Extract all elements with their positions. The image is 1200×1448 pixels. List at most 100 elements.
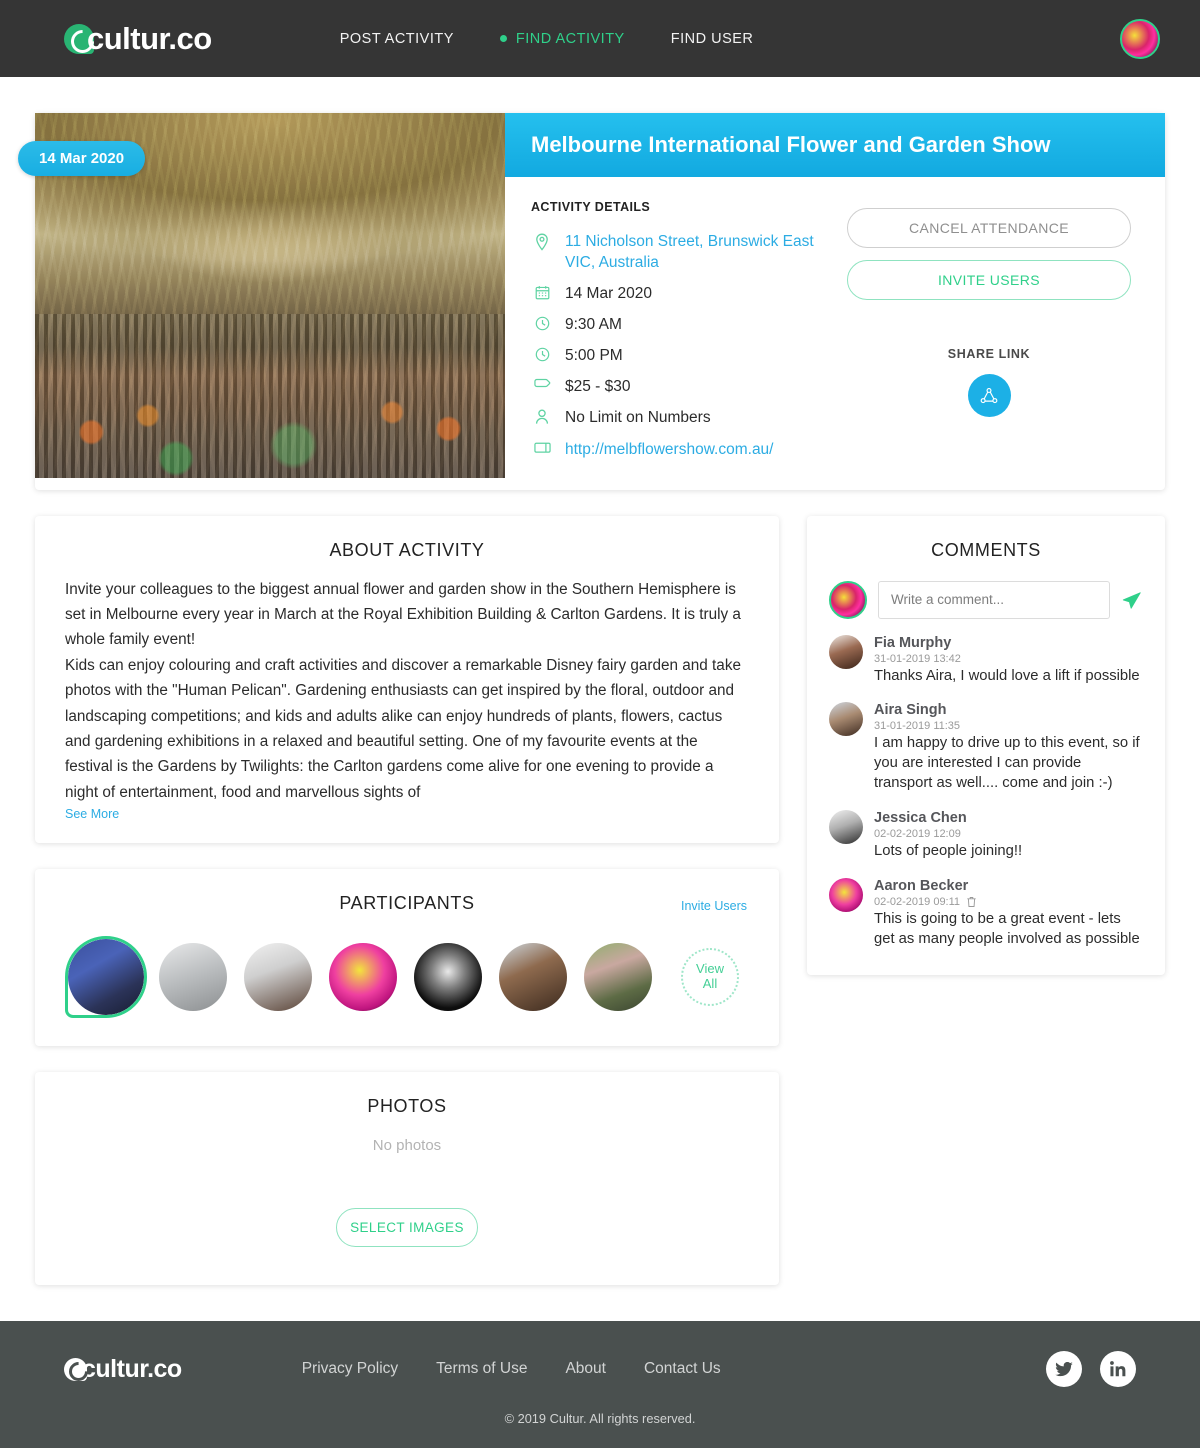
footer-link-about[interactable]: About (565, 1360, 606, 1378)
web-icon (531, 439, 553, 454)
comment-text: Thanks Aira, I would love a lift if poss… (874, 667, 1140, 684)
activity-actions-column: CANCEL ATTENDANCE INVITE USERS SHARE LIN… (839, 200, 1139, 470)
comment-author-avatar[interactable] (829, 809, 863, 844)
calendar-icon (531, 283, 553, 300)
delete-comment-icon[interactable] (966, 896, 977, 908)
participant-avatar-4[interactable] (329, 943, 397, 1012)
right-column: COMMENTS Fia Murphy 31-01 (807, 515, 1165, 976)
footer-links: Privacy Policy Terms of Use About Contac… (302, 1360, 721, 1378)
comment-author-name: Fia Murphy (874, 634, 952, 651)
main-content: ABOUT ACTIVITY Invite your colleagues to… (35, 515, 1165, 1286)
share-link-button[interactable] (967, 374, 1011, 417)
footer-copyright: © 2019 Cultur. All rights reserved. (504, 1411, 696, 1427)
nav-item-find-user[interactable]: FIND USER (671, 31, 754, 47)
comment-author-name: Aaron Becker (874, 877, 969, 894)
clock-icon (531, 314, 553, 331)
detail-row-date: 14 Mar 2020 (531, 283, 839, 304)
content-wrapper: 14 Mar 2020 Melbourne International Flow… (18, 113, 1165, 1286)
participant-avatar-2[interactable] (159, 943, 227, 1012)
comment-author-avatar[interactable] (829, 877, 863, 912)
detail-website-link[interactable]: http://melbflowershow.com.au/ (565, 439, 774, 460)
about-paragraph-2: Kids can enjoy colouring and craft activ… (65, 656, 741, 801)
comment-timestamp: 02-02-2019 09:11 (874, 895, 961, 908)
see-more-link[interactable]: See More (65, 807, 119, 821)
photos-title: PHOTOS (367, 1096, 447, 1117)
detail-date-text: 14 Mar 2020 (565, 285, 653, 303)
nav-label-find-activity: FIND ACTIVITY (515, 30, 625, 47)
activity-details-column: ACTIVITY DETAILS 11 Nicholson Street, Br… (531, 200, 839, 470)
view-all-line-1: View (696, 961, 724, 977)
linkedin-icon[interactable] (1100, 1351, 1136, 1388)
detail-price-text: $25 - $30 (565, 378, 631, 396)
comment-item: Aaron Becker 02-02-2019 09:11 This is go… (829, 877, 1143, 950)
participant-avatar-5[interactable] (414, 943, 482, 1012)
activity-title: Melbourne International Flower and Garde… (505, 113, 1165, 177)
participants-title: PARTICIPANTS (339, 893, 475, 914)
main-nav: POST ACTIVITY FIND ACTIVITY FIND USER (340, 31, 754, 47)
nav-item-find-activity[interactable]: FIND ACTIVITY (499, 30, 625, 47)
participant-avatar-1-image (68, 939, 144, 1016)
about-paragraph-1: Invite your colleagues to the biggest an… (65, 580, 741, 649)
price-tag-icon (531, 376, 553, 391)
comment-item: Aira Singh 31-01-2019 11:35 I am happy t… (829, 702, 1143, 793)
page-body: 14 Mar 2020 Melbourne International Flow… (0, 113, 1200, 1286)
participants-avatar-list: View All (65, 936, 749, 1019)
detail-capacity-text: No Limit on Numbers (565, 409, 711, 427)
photos-card: PHOTOS No photos SELECT IMAGES (35, 1072, 779, 1286)
detail-row-start-time: 9:30 AM (531, 314, 839, 335)
hero-image-wrapper: 14 Mar 2020 (18, 113, 505, 490)
comment-meta: 31-01-2019 11:35 (874, 720, 1143, 732)
detail-end-time-text: 5:00 PM (565, 347, 623, 365)
twitter-icon[interactable] (1046, 1351, 1082, 1388)
comment-content: Aaron Becker 02-02-2019 09:11 This is go… (874, 878, 1143, 950)
participant-avatar-6[interactable] (499, 943, 567, 1012)
comment-meta: 31-01-2019 13:42 (874, 653, 1143, 665)
detail-row-price: $25 - $30 (531, 376, 839, 397)
view-all-participants-button[interactable]: View All (681, 948, 739, 1007)
comment-timestamp: 31-01-2019 11:35 (874, 720, 961, 733)
cancel-attendance-button[interactable]: CANCEL ATTENDANCE (847, 208, 1131, 248)
detail-row-end-time: 5:00 PM (531, 345, 839, 366)
participants-invite-users-link[interactable]: Invite Users (681, 899, 747, 913)
footer-logo[interactable]: cultur.co (64, 1355, 182, 1384)
footer-link-contact-us[interactable]: Contact Us (644, 1360, 721, 1378)
comment-item: Jessica Chen 02-02-2019 12:09 Lots of pe… (829, 809, 1143, 862)
comment-content: Aira Singh 31-01-2019 11:35 I am happy t… (874, 702, 1143, 793)
detail-location-text[interactable]: 11 Nicholson Street, Brunswick East VIC,… (565, 231, 839, 273)
send-comment-icon[interactable] (1121, 581, 1143, 617)
comment-author-avatar[interactable] (829, 634, 863, 669)
about-activity-body: Invite your colleagues to the biggest an… (65, 577, 749, 824)
comment-timestamp: 31-01-2019 13:42 (874, 652, 961, 665)
participant-avatar-7[interactable] (584, 943, 652, 1012)
site-logo[interactable]: cultur.co (64, 21, 212, 57)
hero-right-panel: Melbourne International Flower and Garde… (505, 113, 1165, 490)
participant-avatar-3[interactable] (244, 943, 312, 1012)
comment-meta: 02-02-2019 09:11 (874, 896, 1143, 908)
comment-text: This is going to be a great event - lets… (874, 910, 1140, 947)
footer-logo-mark-icon (64, 1357, 87, 1381)
nav-label-find-user: FIND USER (670, 30, 754, 47)
footer-link-terms-of-use[interactable]: Terms of Use (436, 1360, 527, 1378)
site-footer: cultur.co Privacy Policy Terms of Use Ab… (0, 1321, 1200, 1448)
invite-users-button[interactable]: INVITE USERS (847, 260, 1131, 300)
comment-input[interactable] (878, 580, 1110, 619)
detail-row-location: 11 Nicholson Street, Brunswick East VIC,… (531, 231, 839, 273)
comment-author-avatar[interactable] (829, 702, 863, 737)
comment-form (829, 580, 1143, 619)
participants-card: PARTICIPANTS Invite Users View All (35, 869, 779, 1047)
header-user-avatar[interactable] (1120, 18, 1160, 59)
participant-avatar-1[interactable] (65, 936, 147, 1019)
left-column: ABOUT ACTIVITY Invite your colleagues to… (35, 515, 779, 1286)
select-images-button[interactable]: SELECT IMAGES (336, 1208, 478, 1248)
logo-text: cultur.co (87, 20, 212, 56)
nav-item-post-activity[interactable]: POST ACTIVITY (340, 31, 454, 47)
footer-logo-text: cultur.co (82, 1354, 182, 1383)
footer-link-privacy-policy[interactable]: Privacy Policy (302, 1360, 398, 1378)
clock-icon (531, 345, 553, 362)
hero-body: ACTIVITY DETAILS 11 Nicholson Street, Br… (505, 177, 1165, 490)
detail-row-capacity: No Limit on Numbers (531, 407, 839, 428)
comment-author-name: Jessica Chen (874, 809, 967, 826)
comment-content: Fia Murphy 31-01-2019 13:42 Thanks Aira,… (874, 635, 1143, 687)
footer-social-links (1046, 1351, 1136, 1388)
active-dot-icon (499, 35, 507, 42)
